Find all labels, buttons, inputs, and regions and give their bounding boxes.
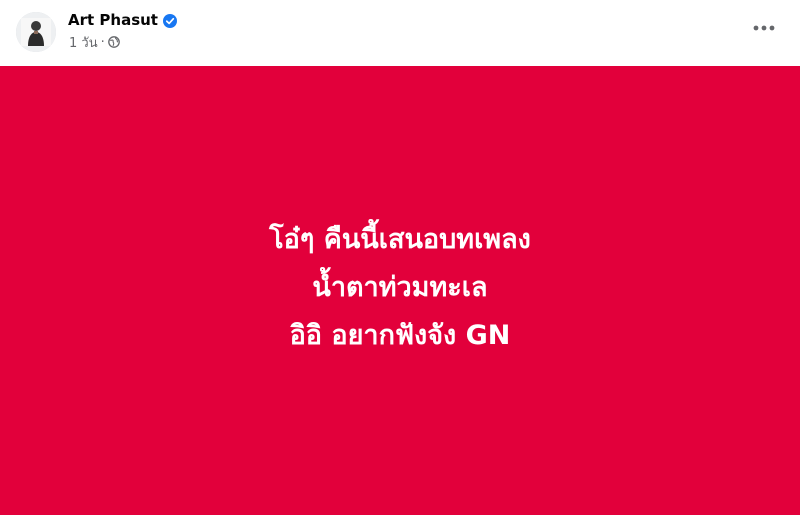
facebook-post: Art Phasut 1 วัน · โอ๋ๆ คืนนี้เสนอบทเพลง… [0,0,800,515]
post-text-line: อิอิ อยากฟังจัง GN [289,319,511,351]
post-text-line: โอ๋ๆ คืนนี้เสนอบทเพลง [269,223,531,255]
post-text: โอ๋ๆ คืนนี้เสนอบทเพลง น้ำตาท่วมทะเล อิอิ… [269,216,531,360]
colored-text-post-background: โอ๋ๆ คืนนี้เสนอบทเพลง น้ำตาท่วมทะเล อิอิ… [0,66,800,515]
post-meta: 1 วัน · [69,33,120,51]
globe-icon[interactable] [107,36,120,48]
post-text-line: น้ำตาท่วมทะเล [312,271,488,303]
ellipsis-icon [753,25,775,31]
author-line: Art Phasut [68,10,177,30]
author-avatar[interactable] [16,12,56,52]
avatar-image [16,12,56,52]
post-header: Art Phasut 1 วัน · [0,0,800,66]
author-name[interactable]: Art Phasut [68,11,158,29]
post-timestamp[interactable]: 1 วัน [69,32,98,53]
meta-separator: · [100,34,105,50]
more-options-button[interactable] [746,17,782,39]
verified-badge-icon [162,13,177,28]
